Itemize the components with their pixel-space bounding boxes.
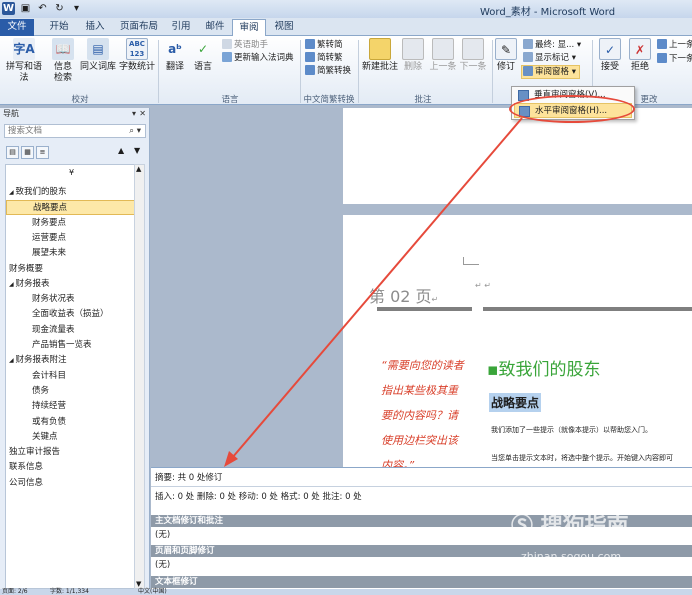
arrow-line	[231, 117, 523, 459]
annotation-arrow	[224, 117, 523, 467]
